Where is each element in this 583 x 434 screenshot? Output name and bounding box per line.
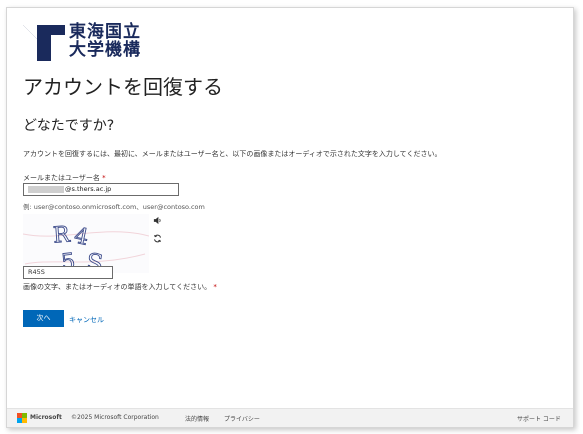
microsoft-logo-icon <box>17 413 27 423</box>
redacted-username <box>28 185 64 193</box>
required-marker: * <box>102 174 106 182</box>
email-field[interactable]: @s.thers.ac.jp <box>23 183 179 196</box>
email-field-label: メールまたはユーザー名 * <box>23 174 106 182</box>
next-button[interactable]: 次へ <box>23 310 64 327</box>
captcha-char-r: R <box>52 222 72 248</box>
refresh-icon[interactable] <box>153 234 162 243</box>
footer: Microsoft ©2025 Microsoft Corporation 法的… <box>7 408 573 427</box>
captcha-input[interactable]: R45S <box>23 266 113 279</box>
email-example-text: 例: user@contoso.onmicrosoft.com、user@con… <box>23 203 205 211</box>
cancel-link[interactable]: キャンセル <box>69 315 104 325</box>
account-recovery-card: 東海国立 大学機構 アカウントを回復する どなたですか? アカウントを回復するに… <box>6 7 574 428</box>
org-name: 東海国立 大学機構 <box>69 22 141 60</box>
page-title: アカウントを回復する <box>23 75 223 99</box>
org-logo: 東海国立 大学機構 <box>23 23 183 67</box>
page-subtitle: どなたですか? <box>23 118 115 134</box>
footer-brand: Microsoft <box>30 414 62 421</box>
captcha-hint: 画像の文字、またはオーディオの単語を入力してください。 * <box>23 283 217 291</box>
org-logo-icon <box>23 25 65 61</box>
captcha-image: R 4 5 S <box>23 214 149 273</box>
footer-privacy-link[interactable]: プライバシー <box>224 414 260 423</box>
speaker-icon[interactable] <box>153 216 162 225</box>
instructions-text: アカウントを回復するには、最初に、メールまたはユーザー名と、以下の画像またはオー… <box>23 150 442 158</box>
footer-copyright: ©2025 Microsoft Corporation <box>71 414 159 421</box>
footer-support-code-link[interactable]: サポート コード <box>517 414 561 423</box>
footer-legal-link[interactable]: 法的情報 <box>185 414 209 423</box>
